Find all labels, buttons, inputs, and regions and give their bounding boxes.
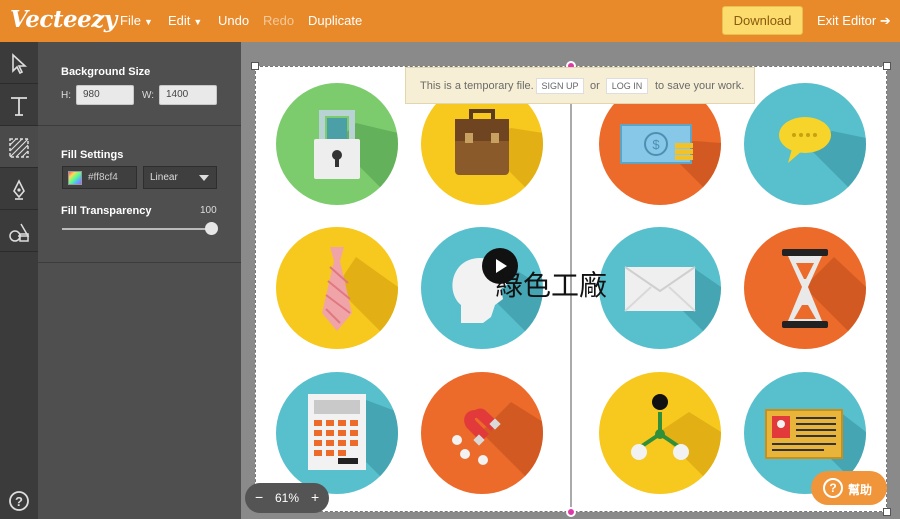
pattern-icon bbox=[9, 138, 29, 158]
download-button[interactable]: Download bbox=[722, 6, 803, 35]
envelope-illustration[interactable] bbox=[599, 227, 721, 349]
envelope-icon bbox=[624, 266, 721, 349]
fill-color-picker[interactable]: #ff8cf4 bbox=[62, 166, 137, 189]
tool-rail: ? bbox=[0, 42, 38, 519]
fill-transparency-value: 100 bbox=[200, 205, 217, 216]
fill-transparency-slider[interactable] bbox=[62, 228, 212, 230]
width-input[interactable]: 1400 bbox=[159, 85, 217, 105]
arrow-right-icon: ➔ bbox=[879, 13, 891, 28]
banner-text: This is a temporary file. bbox=[420, 80, 534, 92]
zoom-control: − 61% + bbox=[245, 483, 329, 513]
pen-tool[interactable] bbox=[0, 168, 38, 210]
network-illustration[interactable] bbox=[599, 372, 721, 494]
midpoint-handle[interactable] bbox=[566, 507, 576, 517]
pointer-tool[interactable] bbox=[0, 42, 38, 84]
fill-settings-section bbox=[38, 126, 241, 263]
network-icon bbox=[631, 394, 721, 494]
resize-handle[interactable] bbox=[883, 508, 891, 516]
help-icon[interactable]: ? bbox=[7, 489, 31, 513]
undo-button[interactable]: Undo bbox=[218, 13, 249, 28]
color-swatch bbox=[68, 171, 82, 185]
width-label: W: bbox=[142, 90, 155, 101]
sign-up-button[interactable]: SIGN UP bbox=[536, 78, 584, 94]
height-label: H: bbox=[61, 90, 71, 101]
zoom-level: 61% bbox=[275, 491, 300, 505]
text-tool[interactable] bbox=[0, 84, 38, 126]
fill-settings-title: Fill Settings bbox=[61, 149, 124, 161]
gradient-type-select[interactable]: Linear bbox=[143, 166, 217, 189]
tie-icon bbox=[322, 247, 398, 349]
log-in-button[interactable]: LOG IN bbox=[606, 78, 648, 94]
dropdown-arrow-icon bbox=[199, 175, 209, 181]
question-icon: ? bbox=[823, 478, 843, 498]
resize-handle[interactable] bbox=[883, 62, 891, 70]
lock-illustration[interactable] bbox=[276, 83, 398, 205]
fill-transparency-label: Fill Transparency bbox=[61, 205, 152, 217]
background-size-section: Background Size H: 980 W: 1400 bbox=[38, 42, 241, 126]
magnet-icon bbox=[452, 402, 543, 494]
shapes-icon bbox=[9, 223, 30, 242]
banner-text-2: to save your work. bbox=[655, 80, 745, 92]
banner-or: or bbox=[590, 80, 600, 92]
tie-illustration[interactable] bbox=[276, 227, 398, 349]
canvas-area: $ This is a temporary file. SIGN UP or L… bbox=[241, 42, 900, 519]
slider-knob[interactable] bbox=[205, 222, 218, 235]
background-size-title: Background Size bbox=[61, 66, 151, 78]
help-button[interactable]: ? 幫助 bbox=[811, 471, 887, 505]
temporary-file-banner: This is a temporary file. SIGN UP or LOG… bbox=[405, 67, 755, 104]
watermark-text: 綠色工廠 bbox=[495, 269, 608, 302]
svg-text:$: $ bbox=[652, 137, 660, 152]
pen-icon bbox=[13, 179, 25, 200]
pointer-icon bbox=[12, 53, 28, 75]
speech-bubble-illustration[interactable] bbox=[744, 83, 866, 205]
exit-editor-button[interactable]: Exit Editor ➔ bbox=[817, 13, 891, 29]
svg-text:?: ? bbox=[15, 494, 23, 509]
chevron-down-icon: ▼ bbox=[193, 17, 203, 27]
file-menu[interactable]: File ▼ bbox=[120, 13, 153, 28]
lock-icon bbox=[314, 110, 398, 205]
magnet-illustration[interactable] bbox=[421, 372, 543, 494]
zoom-out-button[interactable]: − bbox=[255, 489, 263, 505]
hourglass-illustration[interactable] bbox=[744, 227, 866, 349]
resize-handle[interactable] bbox=[251, 62, 259, 70]
pattern-tool[interactable] bbox=[0, 126, 38, 168]
shapes-tool[interactable] bbox=[0, 210, 38, 252]
calculator-illustration[interactable] bbox=[276, 372, 398, 494]
speech-bubble-icon bbox=[779, 117, 866, 205]
fill-color-value: #ff8cf4 bbox=[88, 172, 118, 183]
zoom-in-button[interactable]: + bbox=[311, 489, 319, 505]
hourglass-icon bbox=[782, 249, 866, 349]
redo-button[interactable]: Redo bbox=[263, 13, 294, 28]
properties-panel: Background Size H: 980 W: 1400 Fill Sett… bbox=[38, 42, 241, 519]
top-bar: Vecteezy File ▼ Edit ▼ Undo Redo Duplicate… bbox=[0, 0, 900, 42]
calculator-icon bbox=[308, 394, 398, 494]
vecteezy-logo[interactable]: Vecteezy bbox=[10, 6, 117, 33]
chevron-down-icon: ▼ bbox=[143, 17, 153, 27]
edit-menu[interactable]: Edit ▼ bbox=[168, 13, 202, 28]
text-icon bbox=[11, 97, 27, 116]
help-label: 幫助 bbox=[848, 483, 873, 497]
height-input[interactable]: 980 bbox=[76, 85, 134, 105]
duplicate-button[interactable]: Duplicate bbox=[308, 13, 362, 28]
